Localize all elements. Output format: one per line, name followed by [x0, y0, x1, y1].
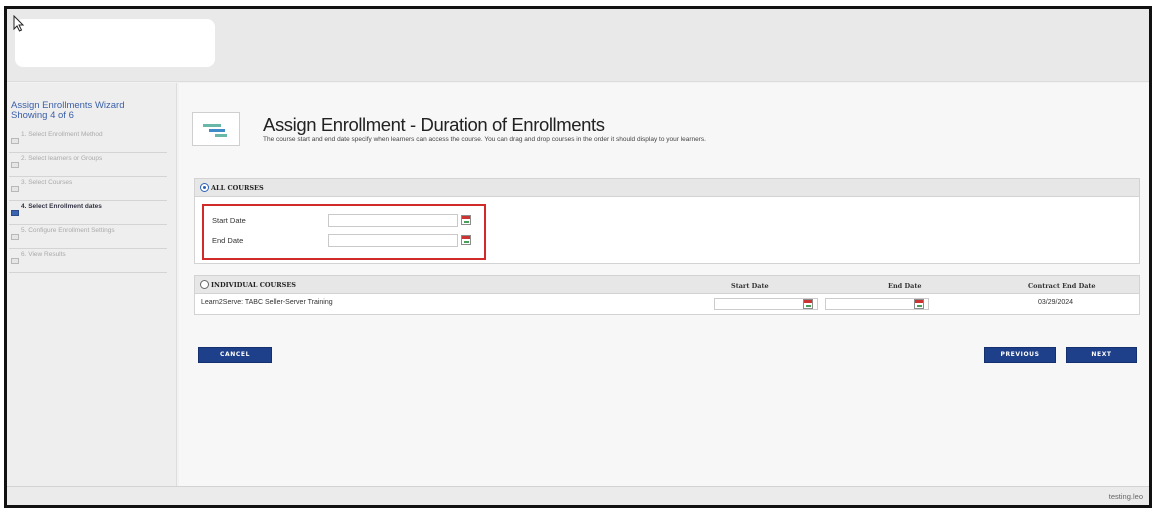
individual-courses-radio[interactable] [200, 280, 209, 289]
wizard-step-4[interactable]: 4. Select Enrollment dates [9, 203, 167, 225]
cancel-button[interactable]: CANCEL [198, 347, 272, 363]
page-subtitle: The course start and end date specify wh… [263, 136, 706, 143]
start-date-label: Start Date [212, 216, 246, 225]
column-header-start-date: Start Date [731, 282, 769, 290]
main-content: Assign Enrollment - Duration of Enrollme… [179, 83, 1149, 491]
column-header-end-date: End Date [888, 282, 922, 290]
calendar-icon[interactable] [803, 299, 813, 309]
calendar-icon[interactable] [461, 235, 471, 245]
wizard-step-label: 2. Select learners or Groups [21, 155, 103, 162]
individual-courses-label: INDIVIDUAL COURSES [211, 281, 296, 289]
table-row: Learn2Serve: TABC Seller-Server Training… [195, 294, 1139, 314]
wizard-step-icon [11, 210, 19, 216]
page-title: Assign Enrollment - Duration of Enrollme… [263, 114, 605, 135]
footer-bar: testing.leo [7, 486, 1149, 505]
wizard-step-label: 5. Configure Enrollment Settings [21, 227, 115, 234]
logo-area [15, 19, 215, 67]
wizard-step-icon [11, 138, 19, 144]
wizard-step-label: 6. View Results [21, 251, 66, 258]
wizard-step-6[interactable]: 6. View Results [9, 251, 167, 273]
wizard-step-1[interactable]: 1. Select Enrollment Method [9, 131, 167, 153]
wizard-step-icon [11, 258, 19, 264]
application-window: Assign Enrollments Wizard Showing 4 of 6… [4, 6, 1152, 508]
end-date-label: End Date [212, 236, 244, 245]
course-name: Learn2Serve: TABC Seller-Server Training [201, 299, 333, 306]
wizard-sidebar: Assign Enrollments Wizard Showing 4 of 6… [7, 83, 177, 491]
date-fields-highlight: Start Date End Date [202, 204, 486, 260]
column-header-contract-end-date: Contract End Date [1028, 282, 1096, 290]
wizard-step-icon [11, 162, 19, 168]
all-courses-label: ALL COURSES [211, 184, 264, 192]
wizard-title: Assign Enrollments Wizard Showing 4 of 6 [11, 100, 125, 121]
wizard-step-icon [11, 186, 19, 192]
individual-courses-header: INDIVIDUAL COURSES Start Date End Date C… [195, 276, 1139, 294]
contract-end-date: 03/29/2024 [1038, 299, 1074, 306]
calendar-icon[interactable] [461, 215, 471, 225]
wizard-step-label: 1. Select Enrollment Method [21, 131, 103, 138]
next-button[interactable]: NEXT [1066, 347, 1137, 363]
previous-button[interactable]: PREVIOUS [984, 347, 1056, 363]
enrollment-page-icon [192, 112, 240, 146]
wizard-step-label: 4. Select Enrollment dates [21, 203, 102, 210]
all-courses-radio[interactable] [200, 183, 209, 192]
start-date-input[interactable] [328, 214, 458, 227]
all-courses-panel: ALL COURSES Start Date End Date [194, 178, 1140, 264]
wizard-step-icon [11, 234, 19, 240]
footer-text: testing.leo [1108, 492, 1143, 501]
all-courses-header: ALL COURSES [195, 179, 1139, 197]
wizard-step-2[interactable]: 2. Select learners or Groups [9, 155, 167, 177]
end-date-input[interactable] [328, 234, 458, 247]
wizard-step-label: 3. Select Courses [21, 179, 73, 186]
calendar-icon[interactable] [914, 299, 924, 309]
cursor-icon [13, 15, 25, 32]
individual-courses-panel: INDIVIDUAL COURSES Start Date End Date C… [194, 275, 1140, 315]
wizard-step-3[interactable]: 3. Select Courses [9, 179, 167, 201]
wizard-step-5[interactable]: 5. Configure Enrollment Settings [9, 227, 167, 249]
header-bar [7, 9, 1149, 82]
